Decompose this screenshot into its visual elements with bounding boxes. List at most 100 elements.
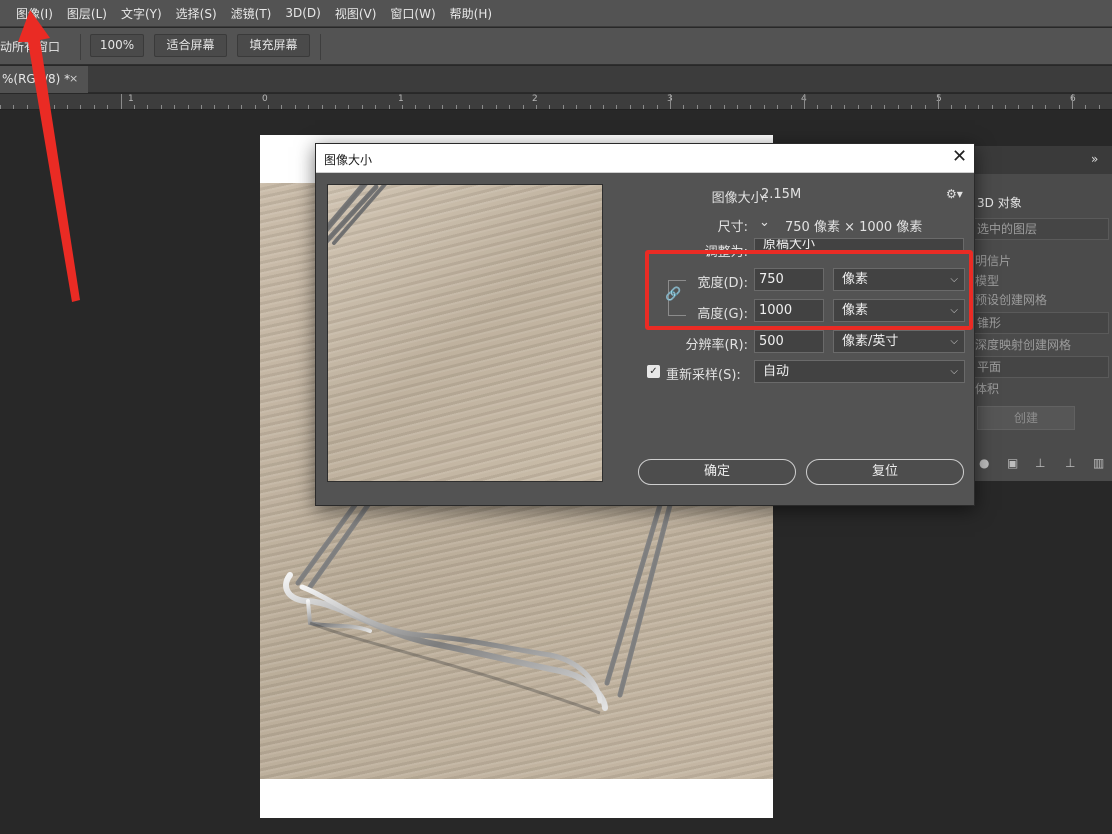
ruler-tick	[670, 94, 671, 109]
ruler-tick	[536, 105, 537, 109]
option-volume[interactable]: 体积	[975, 380, 999, 397]
menu-type[interactable]: 文字(Y)	[121, 5, 162, 22]
chevron-down-icon: ⌵	[950, 305, 958, 316]
ruler-tick	[643, 105, 644, 109]
ruler-tick	[281, 105, 282, 109]
dialog-titlebar[interactable]: 图像大小 ✕	[316, 144, 974, 173]
height-unit-select[interactable]: 像素 ⌵	[833, 299, 965, 322]
resample-select[interactable]: 自动 ⌵	[754, 360, 965, 383]
ruler-tick	[951, 105, 952, 109]
ruler-tick	[657, 105, 658, 109]
ruler-tick	[764, 105, 765, 109]
fill-screen-button[interactable]: 填充屏幕	[237, 34, 310, 57]
ruler-tick	[375, 105, 376, 109]
fit-to-select[interactable]: 原稿大小	[754, 238, 964, 252]
ruler-tick	[710, 105, 711, 109]
ruler-tick	[335, 105, 336, 109]
horizontal-ruler[interactable]: 1 0 1 2 3 4 5 6	[0, 94, 1112, 110]
ruler-tick	[1018, 105, 1019, 109]
resolution-label: 分辨率(R):	[685, 338, 748, 353]
ruler-tick	[1005, 105, 1006, 109]
scene-icon[interactable]: ▣	[1007, 456, 1018, 470]
ruler-number: 1	[398, 94, 404, 104]
ruler-tick	[978, 105, 979, 109]
ruler-tick	[496, 105, 497, 109]
menu-help[interactable]: 帮助(H)	[450, 5, 492, 22]
ruler-tick	[965, 105, 966, 109]
ruler-tick	[737, 105, 738, 109]
ruler-tick	[201, 105, 202, 109]
ruler-tick	[482, 105, 483, 109]
dimensions-dropdown-icon[interactable]: ⌄	[759, 215, 770, 230]
image-size-value: 2.15M	[761, 187, 802, 202]
resample-checkbox[interactable]: ✓	[647, 365, 660, 378]
camera-icon[interactable]: ⊥	[1065, 456, 1075, 470]
ok-button[interactable]: 确定	[638, 459, 796, 485]
dimensions-label: 尺寸:	[717, 220, 748, 235]
resolution-unit-value: 像素/英寸	[842, 334, 899, 349]
ruler-tick	[911, 105, 912, 109]
ruler-tick	[1099, 105, 1100, 109]
ground-icon[interactable]: ⊥	[1035, 456, 1045, 470]
ruler-tick	[121, 94, 122, 109]
create-button[interactable]: 创建	[977, 406, 1075, 430]
ruler-tick	[871, 105, 872, 109]
red-arrow-annotation	[18, 10, 80, 302]
ruler-tick	[322, 105, 323, 109]
option-preset-mesh[interactable]: 预设创建网格	[975, 291, 1047, 308]
resample-label: 重新采样(S):	[666, 368, 741, 383]
ruler-tick	[241, 105, 242, 109]
ruler-tick	[791, 105, 792, 109]
height-input[interactable]: 1000	[754, 299, 824, 322]
link-icon[interactable]: 🔗	[665, 287, 681, 302]
ruler-tick	[898, 105, 899, 109]
reset-button[interactable]: 复位	[806, 459, 964, 485]
preset-mesh-select[interactable]: 锥形	[973, 312, 1109, 334]
ruler-tick	[1072, 94, 1073, 109]
close-icon[interactable]: ✕	[952, 147, 967, 167]
menu-select[interactable]: 选择(S)	[176, 5, 217, 22]
menu-window[interactable]: 窗口(W)	[390, 5, 435, 22]
panel-title: 3D 对象	[977, 196, 1022, 210]
preview-wire-illustration	[328, 185, 387, 245]
menu-filter[interactable]: 滤镜(T)	[231, 5, 272, 22]
menu-3d[interactable]: 3D(D)	[285, 6, 320, 20]
panel-collapse-icon[interactable]: »	[1091, 152, 1098, 166]
light-bulb-icon[interactable]: ●	[979, 456, 989, 470]
ruler-tick	[255, 105, 256, 109]
fit-screen-button[interactable]: 适合屏幕	[154, 34, 227, 57]
ruler-tick	[750, 105, 751, 109]
ruler-tick	[576, 105, 577, 109]
ruler-tick	[348, 105, 349, 109]
width-unit-select[interactable]: 像素 ⌵	[833, 268, 965, 291]
ruler-tick	[804, 94, 805, 109]
panel-header: »	[973, 146, 1112, 174]
ruler-tick	[697, 105, 698, 109]
ruler-tick	[1085, 105, 1086, 109]
resolution-unit-select[interactable]: 像素/英寸 ⌵	[833, 330, 965, 353]
option-model[interactable]: 模型	[975, 272, 999, 289]
chevron-down-icon: ⌵	[950, 274, 958, 285]
option-postcard[interactable]: 明信片	[975, 252, 1011, 269]
trash-icon[interactable]: ▥	[1093, 456, 1104, 470]
ruler-tick	[616, 105, 617, 109]
option-depth-map-mesh[interactable]: 深度映射创建网格	[975, 336, 1071, 353]
dialog-title: 图像大小	[324, 153, 373, 167]
width-input[interactable]: 750	[754, 268, 824, 291]
ruler-tick	[992, 105, 993, 109]
source-select[interactable]: 选中的图层	[973, 218, 1109, 240]
ruler-tick	[817, 105, 818, 109]
resolution-input[interactable]: 500	[754, 330, 824, 353]
width-unit-value: 像素	[842, 272, 869, 287]
menu-view[interactable]: 视图(V)	[335, 5, 377, 22]
ruler-tick	[429, 105, 430, 109]
ruler-tick	[724, 105, 725, 109]
ruler-tick	[308, 105, 309, 109]
ruler-tick	[161, 105, 162, 109]
ruler-tick	[134, 105, 135, 109]
image-preview[interactable]	[327, 184, 603, 482]
depth-map-select[interactable]: 平面	[973, 356, 1109, 378]
ruler-tick	[402, 105, 403, 109]
gear-icon[interactable]: ⚙▾	[946, 187, 963, 201]
ruler-tick	[884, 105, 885, 109]
